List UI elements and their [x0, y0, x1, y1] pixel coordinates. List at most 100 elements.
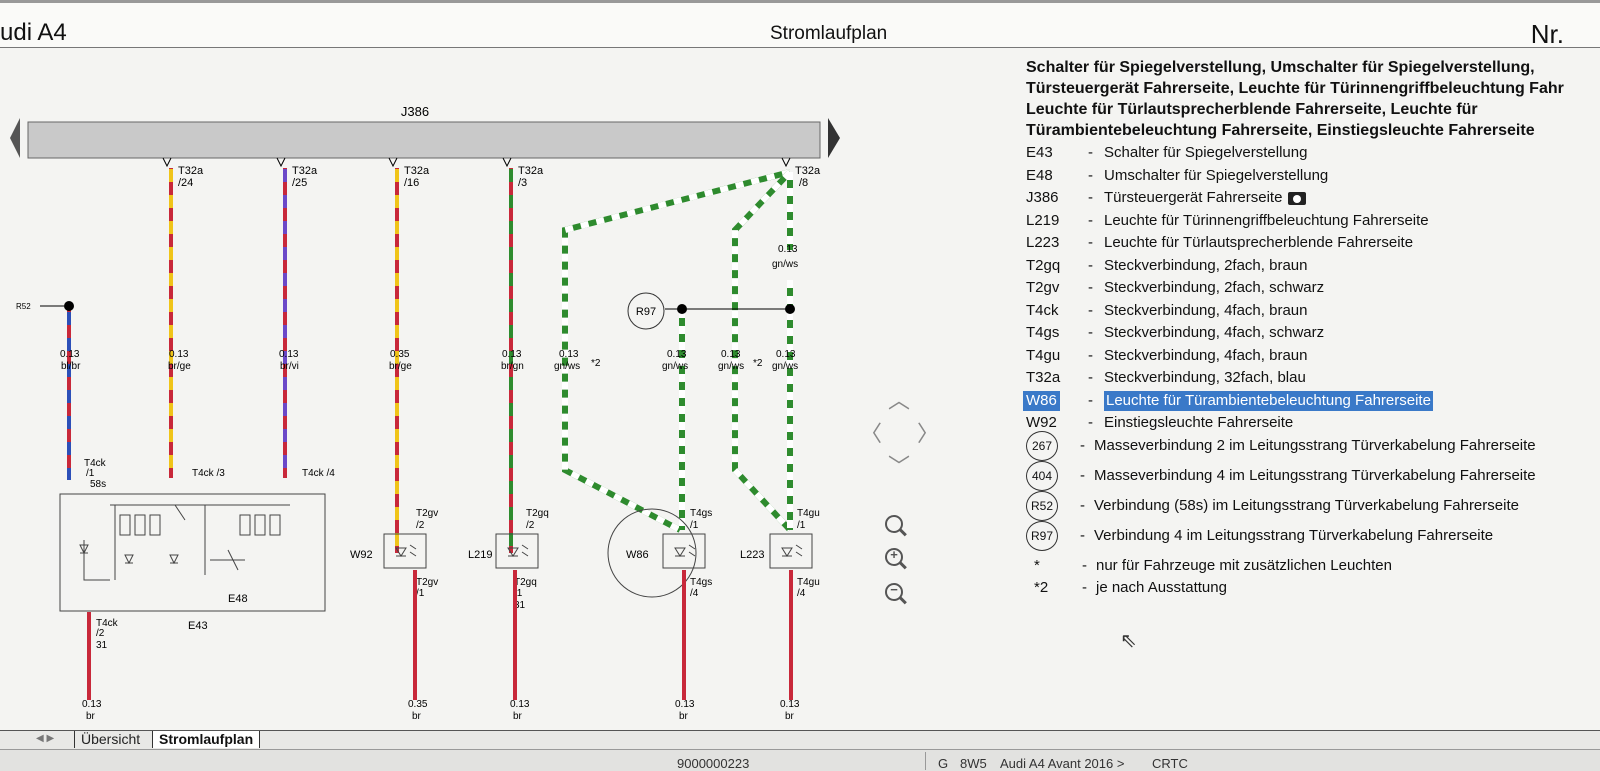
legend-item-splice-r97[interactable]: R97- Verbindung 4 im Leitungsstrang Türve…	[1026, 520, 1600, 556]
svg-text:0.13: 0.13	[502, 349, 522, 360]
svg-text:0.13: 0.13	[60, 349, 80, 360]
svg-text:/8: /8	[799, 177, 808, 189]
legend-item-t4gu[interactable]: T4gu - Steckverbindung, 4fach, braun	[1026, 346, 1600, 369]
legend-item-j386[interactable]: J386- Türsteuergerät Fahrerseite	[1026, 188, 1600, 211]
svg-text:br: br	[785, 711, 795, 722]
svg-text:br/vi: br/vi	[280, 361, 299, 372]
bus-label: J386	[401, 104, 429, 119]
status-vehicle-model: Audi A4 Avant 2016 >	[1000, 756, 1125, 771]
zoom-fit-icon[interactable]	[885, 515, 903, 533]
pan-up-icon[interactable]: ︿	[888, 383, 910, 415]
legend-note-star: * - nur für Fahrzeuge mit zusätzlichen Leu…	[1034, 556, 1392, 574]
status-bar: 9000000223 G 8W5 Audi A4 Avant 2016 > CR…	[0, 749, 1600, 771]
lamp-l223	[769, 533, 813, 569]
legend-item-w92[interactable]: W92- Einstiegsleuchte Fahrerseite	[1026, 413, 1600, 436]
legend-item-ground-267[interactable]: 267- Masseverbindung 2 im Leitungsstrang …	[1026, 430, 1600, 466]
legend-item-t2gv[interactable]: T2gv - Steckverbindung, 2fach, schwarz	[1026, 278, 1600, 301]
svg-text:T32a: T32a	[518, 165, 544, 177]
legend-item-l219[interactable]: L219- Leuchte für Türinnengriffbeleuchtun…	[1026, 211, 1600, 234]
svg-text:gn/ws: gn/ws	[554, 361, 580, 372]
scroll-right-arrow[interactable]	[828, 118, 840, 158]
legend-heading-1: Schalter für Spiegelverstellung, Umschal…	[1026, 59, 1535, 76]
title-bar: udi A4 Stromlaufplan Nr.	[0, 0, 1600, 49]
status-g: G	[938, 756, 949, 771]
svg-text:br/gn: br/gn	[501, 361, 524, 372]
sheet-tab-bar: ◀ ▶ Übersicht Stromlaufplan	[0, 730, 1600, 749]
svg-text:br: br	[412, 711, 422, 722]
lamp-w86	[662, 533, 706, 569]
wire-w92-ground	[413, 570, 417, 700]
svg-text:/1: /1	[797, 520, 806, 531]
svg-text:58s: 58s	[90, 479, 106, 490]
wire-l223-ground	[789, 570, 793, 700]
legend-item-e43[interactable]: E43- Schalter für Spiegelverstellung	[1026, 143, 1600, 166]
svg-text:0.13: 0.13	[279, 349, 299, 360]
camera-icon[interactable]	[1288, 191, 1307, 205]
svg-text:T4gs: T4gs	[690, 508, 712, 519]
pan-left-icon[interactable]: 〈	[860, 416, 882, 448]
svg-text:*2: *2	[591, 358, 601, 369]
legend-item-l223[interactable]: L223- Leuchte für Türlautsprecherblende F…	[1026, 233, 1600, 256]
switch-e43-label: E43	[188, 620, 208, 632]
svg-text:0.13: 0.13	[721, 349, 741, 360]
legend-item-w86-selected[interactable]: W86- Leuchte für Türambientebeleuchtung F…	[1023, 390, 1600, 414]
pan-right-icon[interactable]: 〉	[917, 416, 939, 448]
svg-text:/2: /2	[526, 520, 535, 531]
scroll-left-arrow[interactable]	[10, 118, 20, 158]
legend-item-t32a[interactable]: T32a - Steckverbindung, 32fach, blau	[1026, 368, 1600, 391]
legend-item-t4gs[interactable]: T4gs - Steckverbindung, 4fach, schwarz	[1026, 323, 1600, 346]
legend-heading-4: Türambientebeleuchtung Fahrerseite, Eins…	[1026, 122, 1535, 139]
wire-labels: 0.13bl/br 0.13br/ge 0.13br/vi 0.35br/ge …	[60, 349, 798, 372]
svg-text:0.13: 0.13	[667, 349, 687, 360]
svg-text:T4ck /4: T4ck /4	[302, 468, 335, 479]
legend-item-splice-r52[interactable]: R52- Verbindung (58s) im Leitungsstrang T…	[1026, 490, 1600, 526]
svg-text:/1: /1	[86, 468, 95, 479]
svg-text:br: br	[513, 711, 523, 722]
control-unit-bar	[27, 121, 821, 159]
svg-text:/4: /4	[797, 588, 806, 599]
svg-text:/25: /25	[292, 177, 307, 189]
splice-r97-label: R97	[636, 306, 656, 318]
zoom-in-icon[interactable]: +	[885, 547, 903, 566]
svg-text:0.13: 0.13	[510, 699, 530, 710]
svg-text:T32a: T32a	[795, 165, 821, 177]
svg-text:/1: /1	[690, 520, 699, 531]
tab-uebersicht[interactable]: Übersicht	[74, 731, 146, 748]
legend-item-ground-404[interactable]: 404- Masseverbindung 4 im Leitungsstrang …	[1026, 460, 1600, 496]
top-gnws-size: 0.13	[778, 244, 798, 255]
lamp-l219-label: L219	[468, 549, 492, 561]
legend-item-t2gq[interactable]: T2gq - Steckverbindung, 2fach, braun	[1026, 256, 1600, 279]
lamp-l223-label: L223	[740, 549, 764, 561]
svg-text:0.35: 0.35	[408, 699, 428, 710]
svg-text:0.35: 0.35	[390, 349, 410, 360]
svg-text:/16: /16	[404, 177, 419, 189]
status-document-id: 9000000223	[677, 756, 750, 771]
svg-text:0.13: 0.13	[675, 699, 695, 710]
legend-item-t4ck[interactable]: T4ck - Steckverbindung, 4fach, braun	[1026, 301, 1600, 324]
tab-scroll-arrows-icon[interactable]: ◀ ▶	[36, 733, 54, 744]
zoom-out-icon[interactable]: −	[885, 582, 903, 601]
document-title: Stromlaufplan	[770, 23, 888, 44]
legend-note-star2: *2- je nach Ausstattung	[1034, 579, 1227, 596]
svg-text:0.13: 0.13	[776, 349, 796, 360]
app-title: udi A4	[0, 19, 67, 46]
svg-text:/3: /3	[518, 177, 527, 189]
lamp-w86-label: W86	[626, 549, 649, 561]
splice-r97-b	[785, 304, 795, 314]
svg-text:T2gv: T2gv	[416, 577, 438, 588]
wire-br-vi	[283, 168, 287, 478]
svg-text:/2: /2	[416, 520, 425, 531]
legend-item-e48[interactable]: E48- Umschalter für Spiegelverstellung	[1026, 166, 1600, 189]
e43-ground-labels: T4ck /2 31	[96, 618, 119, 651]
tab-stromlaufplan[interactable]: Stromlaufplan	[152, 731, 261, 748]
wire-w86-ground	[682, 570, 686, 700]
lamp-l219	[495, 533, 539, 569]
splice-r97-a	[677, 304, 687, 314]
svg-text:gn/ws: gn/ws	[662, 361, 688, 372]
t4ck-pin-labels: T4ck /1 58s T4ck /3 T4ck /4	[84, 458, 335, 490]
svg-text:br/ge: br/ge	[168, 361, 191, 372]
mouse-cursor-icon: ⇖	[1120, 630, 1137, 652]
svg-text:br: br	[86, 711, 96, 722]
svg-text:T4gu: T4gu	[797, 577, 820, 588]
pan-down-icon[interactable]: ﹀	[888, 449, 910, 481]
